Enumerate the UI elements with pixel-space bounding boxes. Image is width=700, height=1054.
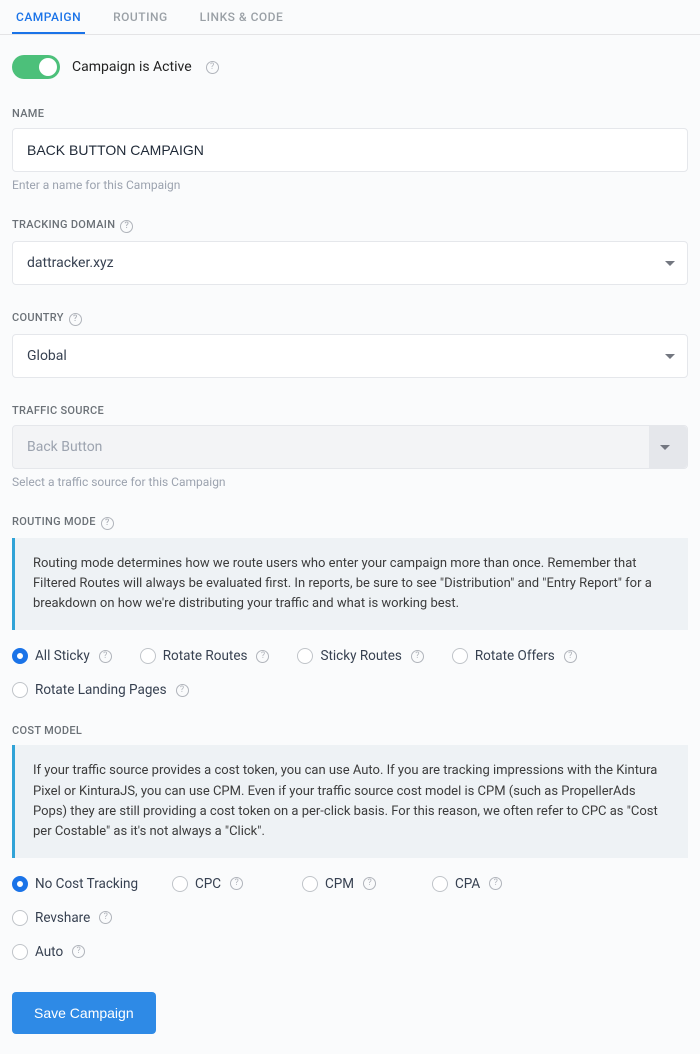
radio-rotate-landing[interactable]: Rotate Landing Pages ? (12, 682, 688, 698)
help-icon[interactable]: ? (101, 517, 114, 530)
radio-revshare[interactable]: Revshare ? (12, 910, 142, 926)
help-icon[interactable]: ? (411, 650, 424, 663)
help-icon[interactable]: ? (69, 313, 82, 326)
radio-cpc[interactable]: CPC ? (172, 876, 302, 892)
help-icon[interactable]: ? (72, 945, 85, 958)
radio-rotate-offers[interactable]: Rotate Offers ? (452, 648, 577, 664)
help-icon[interactable]: ? (99, 650, 112, 663)
radio-indicator (297, 648, 313, 664)
help-icon[interactable]: ? (120, 220, 133, 233)
radio-indicator (12, 682, 28, 698)
help-icon[interactable]: ? (363, 877, 376, 890)
routing-mode-label: ROUTING MODE ? (12, 515, 688, 530)
name-label: NAME (12, 107, 688, 120)
tab-links-code[interactable]: LINKS & CODE (196, 0, 288, 34)
cost-model-label: COST MODEL (12, 724, 688, 737)
radio-indicator (302, 876, 318, 892)
tab-campaign[interactable]: CAMPAIGN (12, 0, 85, 34)
radio-indicator (12, 648, 28, 664)
help-icon[interactable]: ? (489, 877, 502, 890)
help-icon[interactable]: ? (206, 61, 219, 74)
tabs: CAMPAIGN ROUTING LINKS & CODE (0, 0, 700, 35)
radio-indicator (12, 876, 28, 892)
traffic-source-value: Back Button (27, 439, 102, 455)
chevron-down-icon (660, 445, 670, 450)
radio-indicator (140, 648, 156, 664)
routing-mode-info: Routing mode determines how we route use… (12, 538, 688, 630)
chevron-down-icon (665, 354, 675, 359)
radio-indicator (12, 910, 28, 926)
campaign-name-input[interactable] (27, 142, 673, 158)
tab-routing[interactable]: ROUTING (109, 0, 172, 34)
radio-indicator (12, 944, 28, 960)
radio-cpa[interactable]: CPA ? (432, 876, 562, 892)
radio-auto[interactable]: Auto ? (12, 944, 688, 960)
traffic-source-select[interactable]: Back Button (12, 425, 688, 469)
radio-indicator (452, 648, 468, 664)
radio-rotate-routes[interactable]: Rotate Routes ? (140, 648, 270, 664)
radio-no-cost-tracking[interactable]: No Cost Tracking (12, 876, 172, 892)
radio-sticky-routes[interactable]: Sticky Routes ? (297, 648, 423, 664)
save-campaign-button[interactable]: Save Campaign (12, 992, 156, 1034)
help-icon[interactable]: ? (99, 911, 112, 924)
cost-model-info: If your traffic source provides a cost t… (12, 745, 688, 858)
traffic-source-label: TRAFFIC SOURCE (12, 404, 688, 417)
radio-cpm[interactable]: CPM ? (302, 876, 432, 892)
campaign-active-label: Campaign is Active (72, 59, 192, 75)
tracking-domain-label: TRACKING DOMAIN ? (12, 218, 688, 233)
help-icon[interactable]: ? (256, 650, 269, 663)
toggle-knob (39, 58, 57, 76)
cost-model-radios: No Cost Tracking CPC ? CPM ? CPA ? Revsh… (12, 876, 688, 960)
help-icon[interactable]: ? (564, 650, 577, 663)
traffic-source-hint: Select a traffic source for this Campaig… (12, 475, 688, 489)
country-select[interactable]: Global (12, 334, 688, 378)
country-label: COUNTRY ? (12, 311, 688, 326)
radio-indicator (172, 876, 188, 892)
help-icon[interactable]: ? (176, 684, 189, 697)
country-value: Global (27, 348, 67, 364)
routing-mode-radios: All Sticky ? Rotate Routes ? Sticky Rout… (12, 648, 688, 698)
chevron-down-icon (665, 261, 675, 266)
campaign-name-input-wrap[interactable] (12, 128, 688, 172)
radio-indicator (432, 876, 448, 892)
radio-all-sticky[interactable]: All Sticky ? (12, 648, 112, 664)
tracking-domain-select[interactable]: dattracker.xyz (12, 241, 688, 285)
help-icon[interactable]: ? (230, 877, 243, 890)
campaign-active-toggle[interactable] (12, 55, 60, 79)
name-hint: Enter a name for this Campaign (12, 178, 688, 192)
tracking-domain-value: dattracker.xyz (27, 255, 114, 271)
